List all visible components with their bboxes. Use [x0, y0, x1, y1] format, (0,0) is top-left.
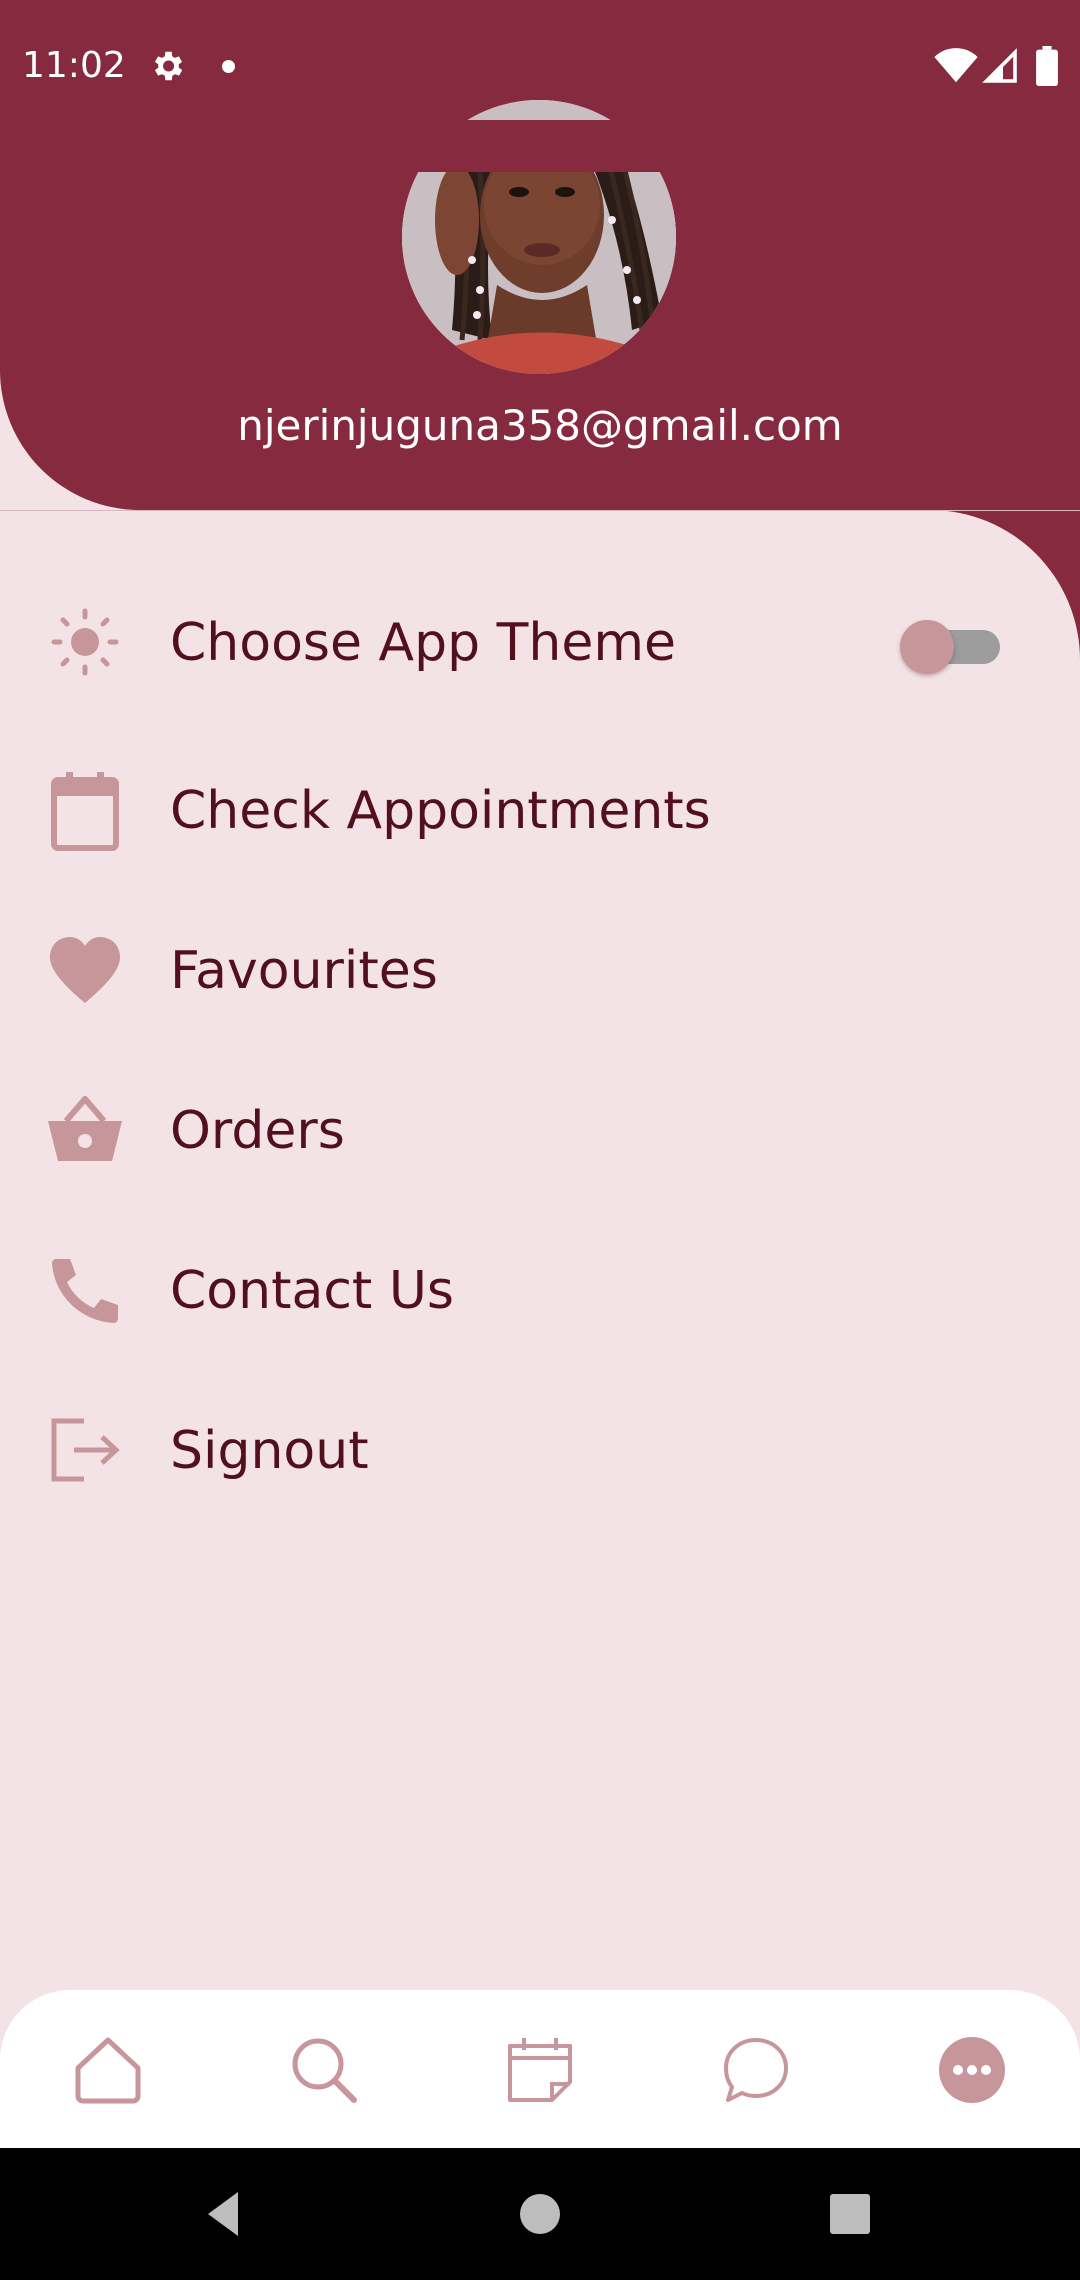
menu-item-label: Favourites: [170, 941, 438, 1001]
toggle-thumb: [900, 620, 954, 674]
bottom-nav: [0, 1990, 1080, 2148]
profile-email: njerinjuguna358@gmail.com: [237, 401, 843, 450]
header-divider: [0, 510, 1080, 511]
home-button-icon[interactable]: [512, 2186, 568, 2242]
calendar-icon: [51, 772, 119, 851]
more-icon: [939, 2037, 1005, 2103]
phone-icon: [52, 1259, 118, 1323]
menu-item-appointments[interactable]: Check Appointments: [0, 740, 1080, 880]
calendar-note-icon: [508, 2038, 572, 2102]
menu-item-orders[interactable]: Orders: [0, 1060, 1080, 1200]
nav-appointments[interactable]: [484, 2014, 594, 2124]
settings-icon: [154, 51, 183, 81]
status-time: 11:02: [22, 45, 126, 86]
menu-item-label: Contact Us: [170, 1261, 454, 1321]
nav-more[interactable]: [916, 2014, 1026, 2124]
recents-icon[interactable]: [822, 2186, 878, 2242]
nav-search[interactable]: [268, 2014, 378, 2124]
menu-item-contact[interactable]: Contact Us: [0, 1220, 1080, 1360]
home-icon: [75, 2037, 141, 2104]
menu-item-theme[interactable]: Choose App Theme: [0, 572, 1080, 712]
menu-item-label: Signout: [170, 1421, 369, 1481]
heart-icon: [50, 937, 120, 1003]
signal-icon: [982, 48, 1017, 83]
battery-icon: [1036, 46, 1058, 86]
signout-icon: [51, 1418, 120, 1482]
nav-home[interactable]: [52, 2014, 162, 2124]
menu-item-label: Choose App Theme: [170, 613, 676, 673]
menu-item-label: Orders: [170, 1101, 345, 1161]
back-icon[interactable]: [198, 2186, 254, 2242]
chat-icon: [724, 2038, 788, 2102]
theme-toggle[interactable]: [900, 620, 1004, 674]
basket-icon: [48, 1096, 122, 1161]
avatar-top-mask: [380, 120, 700, 172]
wifi-icon: [934, 48, 978, 83]
nav-chat[interactable]: [700, 2014, 810, 2124]
search-icon: [292, 2038, 357, 2103]
system-nav-bar: [0, 2148, 1080, 2280]
sun-icon: [51, 608, 119, 676]
notification-dot: [222, 60, 235, 73]
menu-item-favourites[interactable]: Favourites: [0, 900, 1080, 1040]
menu-item-label: Check Appointments: [170, 781, 711, 841]
menu-item-signout[interactable]: Signout: [0, 1380, 1080, 1520]
